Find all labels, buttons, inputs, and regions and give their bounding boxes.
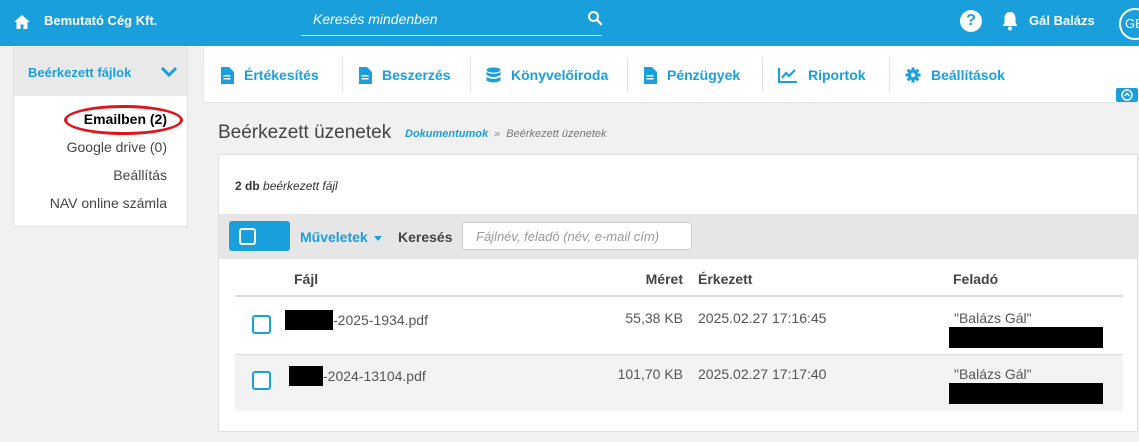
file-size: 101,70 KB (617, 366, 683, 382)
actions-label: Műveletek (300, 229, 368, 245)
user-name[interactable]: Gál Balázs (1029, 13, 1095, 28)
arrived-date: 2025.02.27 17:17:40 (698, 366, 827, 382)
file-count-text: beérkezett fájl (263, 179, 338, 193)
file-name-text: -2025-1934.pdf (333, 312, 428, 328)
file-name[interactable]: -2024-13104.pdf (289, 366, 426, 386)
row-checkbox[interactable] (252, 315, 271, 334)
file-name-text: -2024-13104.pdf (323, 368, 426, 384)
company-name[interactable]: Bemutató Cég Kft. (44, 13, 157, 28)
table-row[interactable]: -2025-1934.pdf 55,38 KB 2025.02.27 17:16… (235, 299, 1123, 355)
chevron-down-icon[interactable] (160, 66, 178, 78)
nav-item-beallitasok[interactable]: Beállítások (905, 47, 1005, 103)
nav-item-label: Beállítások (931, 67, 1005, 83)
redaction-block (289, 366, 323, 386)
document-icon (221, 66, 234, 84)
nav-item-label: Értékesítés (244, 67, 319, 83)
home-icon[interactable] (12, 12, 32, 32)
search-icon[interactable] (587, 10, 603, 26)
nav-divider (470, 57, 471, 93)
column-header-arrived[interactable]: Érkezett (698, 271, 752, 287)
column-header-file[interactable]: Fájl (294, 271, 318, 287)
breadcrumb-current: Beérkezett üzenetek (506, 128, 607, 140)
sidebar-header[interactable]: Beérkezett fájlok (14, 48, 189, 96)
sidebar-title: Beérkezett fájlok (28, 65, 132, 80)
help-icon[interactable]: ? (960, 10, 982, 32)
column-header-sender[interactable]: Feladó (953, 271, 998, 287)
breadcrumb-separator: » (494, 128, 501, 140)
table-header: Fájl Méret Érkezett Feladó (235, 259, 1123, 297)
sender-name: "Balázs Gál" (954, 366, 1032, 382)
file-name[interactable]: -2025-1934.pdf (285, 310, 428, 330)
main-nav: Értékesítés Beszerzés Könyvelőiroda Pénz… (203, 47, 1139, 103)
sender-name: "Balázs Gál" (954, 310, 1032, 326)
nav-item-ertekesites[interactable]: Értékesítés (220, 47, 319, 103)
content-card: 2 db beérkezett fájl Műveletek Keresés F… (218, 154, 1138, 432)
actions-dropdown[interactable]: Műveletek (300, 229, 382, 245)
breadcrumb: Dokumentumok » Beérkezett üzenetek (405, 128, 607, 140)
nav-item-label: Beszerzés (382, 67, 451, 83)
collapse-toggle-icon[interactable] (1116, 88, 1138, 102)
nav-divider (342, 57, 343, 93)
nav-item-beszerzes[interactable]: Beszerzés (358, 47, 451, 103)
avatar[interactable]: GB (1119, 8, 1139, 40)
file-count: 2 db beérkezett fájl (235, 179, 338, 193)
column-header-size[interactable]: Méret (646, 271, 683, 287)
document-icon (359, 66, 372, 84)
sidebar-item-nav-online[interactable]: NAV online számla (50, 195, 167, 211)
redaction-block (949, 383, 1103, 404)
gear-icon (905, 67, 921, 83)
nav-divider (762, 57, 763, 93)
document-icon (644, 66, 657, 84)
global-search-input[interactable] (301, 4, 571, 34)
redaction-block (949, 327, 1103, 348)
nav-item-riportok[interactable]: Riportok (778, 47, 866, 103)
database-icon (486, 66, 501, 82)
file-search-input[interactable] (462, 222, 692, 250)
row-checkbox[interactable] (252, 371, 271, 390)
sidebar-item-google-drive[interactable]: Google drive (0) (67, 139, 167, 155)
nav-item-label: Pénzügyek (667, 67, 741, 83)
nav-divider (627, 57, 628, 93)
sidebar-item-settings[interactable]: Beállítás (113, 167, 167, 183)
breadcrumb-link[interactable]: Dokumentumok (405, 128, 488, 140)
global-search (301, 4, 603, 36)
sidebar: Beérkezett fájlok Emailben (2) Google dr… (13, 47, 189, 227)
nav-item-konyveloiroda[interactable]: Könyvelőiroda (486, 47, 608, 103)
table-toolbar: Műveletek Keresés (219, 214, 1137, 259)
file-size: 55,38 KB (625, 310, 683, 326)
table-row[interactable]: -2024-13104.pdf 101,70 KB 2025.02.27 17:… (235, 355, 1123, 411)
arrived-date: 2025.02.27 17:16:45 (698, 310, 827, 326)
nav-item-label: Könyvelőiroda (511, 67, 609, 83)
top-bar: Bemutató Cég Kft. ? Gál Balázs GB (0, 0, 1139, 46)
caret-down-icon (373, 235, 382, 241)
bell-icon[interactable] (1000, 10, 1020, 32)
select-all-checkbox[interactable] (239, 228, 256, 245)
sidebar-item-emailben[interactable]: Emailben (2) (84, 111, 167, 127)
file-count-number: 2 db (235, 179, 260, 193)
line-chart-icon (778, 68, 797, 83)
nav-item-label: Riportok (808, 67, 866, 83)
nav-divider (889, 57, 890, 93)
search-label: Keresés (398, 229, 453, 245)
page-title: Beérkezett üzenetek (218, 122, 392, 143)
nav-item-penzugyek[interactable]: Pénzügyek (643, 47, 740, 103)
redaction-block (285, 310, 333, 330)
select-all-button[interactable] (229, 221, 290, 251)
